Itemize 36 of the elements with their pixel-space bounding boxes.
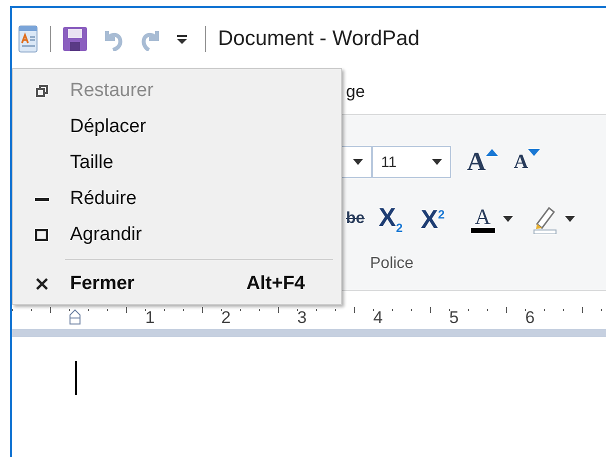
ruler-number: 4 [373,308,383,328]
minimize-icon [34,198,48,200]
text-caret [75,361,77,395]
restore-icon [36,85,48,97]
shrink-font-button[interactable]: A [510,148,544,176]
caret-icon [564,216,575,222]
strikethrough-button[interactable]: be [346,210,365,228]
caret-icon [353,159,363,165]
app-icon[interactable] [18,25,38,53]
menu-item[interactable]: Déplacer [13,109,341,145]
font-size-combo[interactable]: 11 [372,146,451,178]
ruler-number: 2 [221,308,231,328]
caret-icon [432,159,442,165]
menu-item[interactable]: Taille [13,145,341,181]
down-triangle-icon [528,148,540,156]
ruler-number: 1 [145,308,155,328]
customize-dropdown-icon[interactable] [177,34,187,44]
ruler-number: 3 [297,308,307,328]
ruler-number: 5 [449,308,459,328]
window-title: Document - WordPad [218,27,420,51]
grow-font-button[interactable]: A [463,147,502,177]
maximize-icon [35,229,48,241]
menu-item[interactable]: Réduire [13,181,341,217]
up-triangle-icon [486,148,498,156]
close-icon [36,278,48,290]
caret-icon [502,216,513,222]
subscript-button[interactable]: X$_{2}$ [374,202,407,236]
ribbon-tab[interactable]: ge [346,82,365,102]
menu-item[interactable]: Fermer Alt+F4 [13,266,341,302]
menu-item[interactable]: Agrandir [13,217,341,253]
ruler-number: 6 [525,308,535,328]
font-color-button[interactable]: A [466,206,517,232]
indent-marker-icon[interactable] [69,309,81,325]
save-icon[interactable] [63,27,87,51]
group-label: Police [370,255,415,273]
superscript-button[interactable]: X$^{2}$ [416,204,449,234]
